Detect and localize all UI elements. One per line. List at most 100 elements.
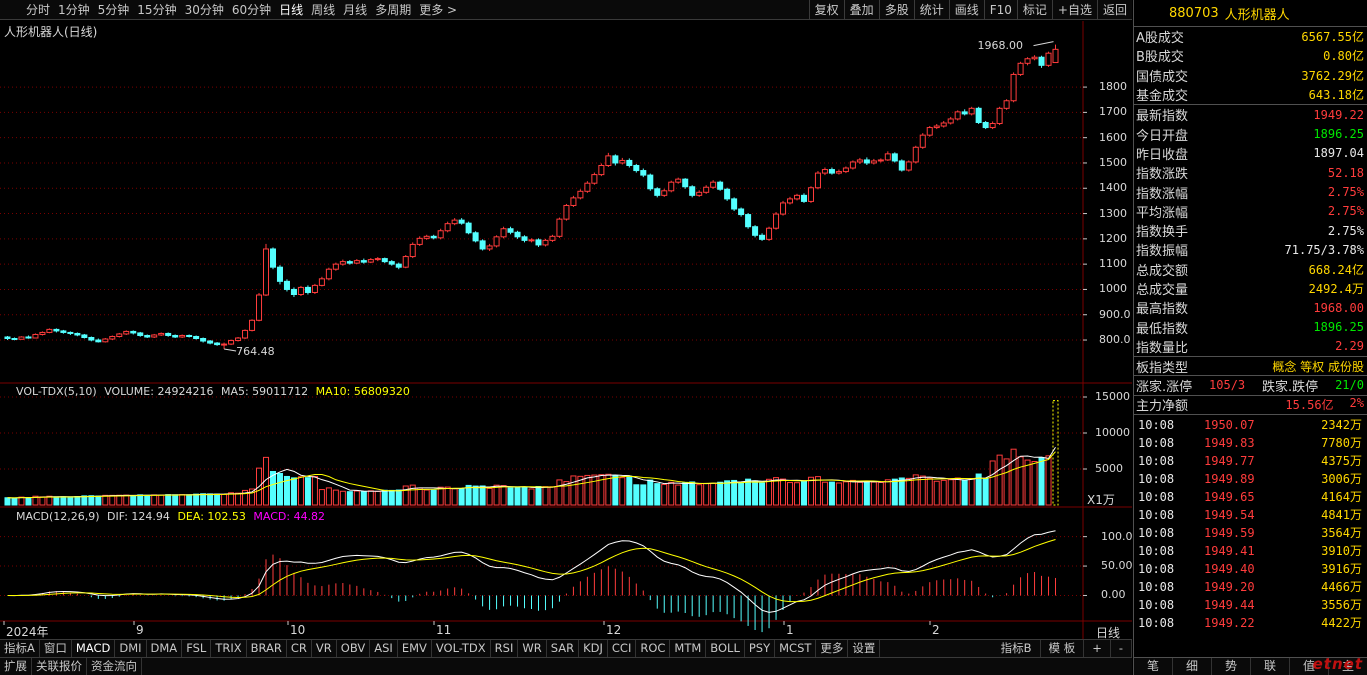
indicator-tab-13[interactable]: VOL-TDX [432, 640, 491, 657]
macd-indicator-name: MACD(12,26,9) [16, 510, 100, 523]
volume-bar [661, 484, 668, 506]
toolbar-action-5[interactable]: F10 [983, 0, 1017, 20]
indicator-tab-10[interactable]: OBV [337, 640, 371, 657]
indicator-tab-18[interactable]: CCI [608, 640, 637, 657]
panel-tab-3[interactable]: 联 [1251, 658, 1290, 675]
indicator-tab-19[interactable]: ROC [636, 640, 671, 657]
stat-row: 总成交额 668.24亿 [1134, 260, 1367, 279]
panel-tab-0[interactable]: 笔 [1134, 658, 1173, 675]
candle-body [905, 161, 912, 171]
indicator-tab-8[interactable]: CR [287, 640, 312, 657]
chart-area[interactable]: 人形机器人(日线) 1968.00 764.48 VOL-TDX(5,10) V… [0, 21, 1133, 641]
toolbar-action-6[interactable]: 标记 [1016, 0, 1052, 20]
tick-amount: 4164万 [1321, 490, 1362, 505]
volume-bar [290, 477, 297, 506]
period-tab-1[interactable]: 1分钟 [54, 0, 94, 20]
indicator-tab-0[interactable]: 指标A [0, 640, 40, 657]
indicator-tab-23[interactable]: MCST [775, 640, 817, 657]
toolbar-action-4[interactable]: 画线 [948, 0, 984, 20]
kline-chart-svg[interactable] [0, 21, 1132, 639]
date-label: 11 [436, 623, 452, 637]
candle-body [4, 336, 11, 340]
tick-list[interactable]: 10:08 1950.07 2342万 10:08 1949.83 7780万 10:08 1… [1134, 415, 1367, 632]
indicator-tab-17[interactable]: KDJ [579, 640, 608, 657]
toolbar-action-8[interactable]: 返回 [1096, 0, 1132, 20]
indicator-tab-right-2[interactable]: + [1084, 640, 1111, 657]
candle-body [619, 159, 626, 164]
indicator-tab-21[interactable]: BOLL [706, 640, 745, 657]
period-tab-7[interactable]: 周线 [307, 0, 339, 20]
period-tab-10[interactable]: 更多 > [415, 0, 461, 20]
indicator-tab-24[interactable]: 更多 [816, 640, 849, 657]
tick-price: 1950.07 [1204, 417, 1255, 432]
indicator-tab-right-1[interactable]: 模 板 [1041, 640, 1085, 657]
stat-label: 总成交额 [1136, 263, 1189, 279]
candle-body [780, 202, 787, 215]
indicator-tab-16[interactable]: SAR [547, 640, 580, 657]
indicator-tab-2[interactable]: MACD [72, 640, 116, 657]
extension-tab-0[interactable]: 扩展 [0, 658, 32, 675]
period-tab-2[interactable]: 5分钟 [94, 0, 134, 20]
price-tick-label: 1500 [1099, 155, 1127, 169]
candle-body [116, 333, 123, 337]
tick-row: 10:08 1949.54 4841万 [1134, 506, 1367, 524]
indicator-tab-11[interactable]: ASI [370, 640, 398, 657]
panel-tab-1[interactable]: 细 [1173, 658, 1212, 675]
indicator-tab-right-3[interactable]: - [1111, 640, 1132, 657]
candle-body [423, 235, 430, 239]
indicator-tab-12[interactable]: EMV [398, 640, 432, 657]
indicator-tab-22[interactable]: PSY [745, 640, 776, 657]
indicator-tab-right-0[interactable]: 指标B [993, 640, 1041, 657]
indicator-tab-20[interactable]: MTM [670, 640, 707, 657]
volume-bar [67, 496, 74, 506]
period-tab-5[interactable]: 60分钟 [228, 0, 275, 20]
toolbar-action-1[interactable]: 叠加 [843, 0, 879, 20]
advance-label: 涨家.涨停 [1136, 380, 1193, 395]
tick-amount: 3916万 [1321, 562, 1362, 577]
indicator-tab-3[interactable]: DMI [115, 640, 147, 657]
candle-body [933, 125, 940, 129]
candle-body [81, 334, 88, 338]
volume-bar [500, 485, 507, 506]
candle-body [989, 123, 996, 129]
indicator-tab-5[interactable]: FSL [182, 640, 212, 657]
indicator-tab-14[interactable]: RSI [491, 640, 519, 657]
volume-bar [507, 487, 514, 506]
toolbar-action-0[interactable]: 复权 [808, 0, 844, 20]
period-tab-4[interactable]: 30分钟 [181, 0, 228, 20]
indicator-tab-15[interactable]: WR [518, 640, 547, 657]
candle-body [724, 188, 731, 200]
indicator-tab-1[interactable]: 窗口 [40, 640, 72, 657]
indicator-tab-25[interactable]: 设置 [848, 640, 881, 657]
volume-bar [472, 485, 479, 506]
extension-tab-2[interactable]: 资金流向 [87, 658, 142, 675]
tick-price: 1949.44 [1204, 597, 1255, 612]
period-tab-6[interactable]: 日线 [275, 0, 307, 20]
panel-tab-2[interactable]: 势 [1212, 658, 1251, 675]
indicator-tab-9[interactable]: VR [312, 640, 337, 657]
stat-label: 指数换手 [1136, 225, 1189, 241]
toolbar-action-2[interactable]: 多股 [878, 0, 914, 20]
volume-bar [696, 484, 703, 506]
toolbar-action-3[interactable]: 统计 [913, 0, 949, 20]
indicator-tab-6[interactable]: TRIX [211, 640, 247, 657]
candle-body [996, 107, 1003, 125]
period-tab-8[interactable]: 月线 [339, 0, 371, 20]
indicator-tab-7[interactable]: BRAR [247, 640, 287, 657]
volume-bar [353, 490, 360, 506]
volume-bar [416, 487, 423, 506]
candle-body [437, 230, 444, 239]
period-tab-3[interactable]: 15分钟 [133, 0, 180, 20]
volume-bar [731, 479, 738, 506]
candle-body [954, 111, 961, 120]
indicator-tab-4[interactable]: DMA [147, 640, 183, 657]
extension-tab-1[interactable]: 关联报价 [32, 658, 87, 675]
volume-bar [842, 481, 849, 506]
toolbar-action-7[interactable]: +自选 [1051, 0, 1097, 20]
stat-label: 总成交量 [1136, 283, 1189, 298]
period-tab-9[interactable]: 多周期 [371, 0, 415, 20]
candle-body [675, 178, 682, 183]
volume-bar [1017, 456, 1024, 506]
tick-amount: 4466万 [1321, 580, 1362, 595]
period-tab-0[interactable]: 分时 [22, 0, 54, 20]
